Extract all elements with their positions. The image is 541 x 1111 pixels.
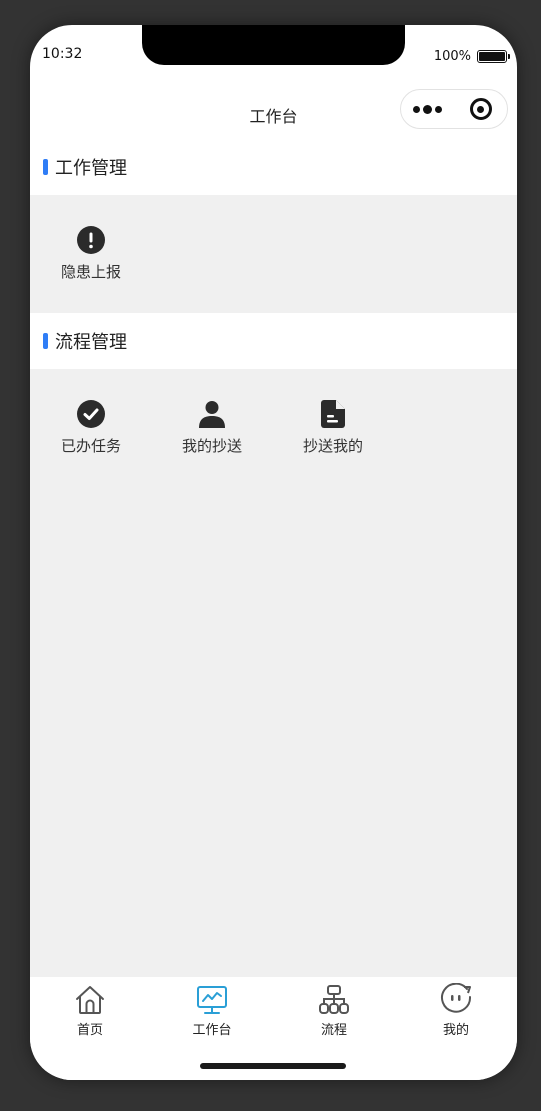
grid-item-label: 已办任务 [60, 437, 121, 455]
section-title: 工作管理 [55, 158, 127, 179]
phone-frame: 10:32 100% 工作台 工作管理 隐患上报 流程管理 已办任务 我的抄送 … [30, 25, 517, 1080]
tab-label: 流程 [320, 1023, 347, 1038]
more-button[interactable] [401, 104, 454, 114]
tab-label: 首页 [76, 1023, 103, 1038]
home-indicator [200, 1063, 346, 1069]
nav-bar: 工作台 [30, 89, 517, 137]
tab-process[interactable]: 流程 [294, 983, 374, 1038]
section-title: 流程管理 [55, 332, 127, 353]
grid-item-label: 抄送我的 [302, 437, 363, 455]
target-icon [469, 98, 492, 120]
battery-icon [477, 50, 510, 63]
notch [142, 25, 405, 65]
section-body-process: 已办任务 我的抄送 抄送我的 [30, 369, 517, 977]
grid-item-my-cc[interactable]: 我的抄送 [162, 399, 262, 456]
org-chart-icon [317, 983, 351, 1017]
status-battery: 100% [433, 49, 510, 64]
user-icon [197, 399, 227, 429]
grid-item-label: 隐患上报 [60, 263, 121, 281]
miniprogram-capsule [400, 89, 508, 129]
tab-mine[interactable]: 我的 [416, 982, 496, 1038]
section-header-work: 工作管理 [30, 139, 517, 195]
grid-item-label: 我的抄送 [181, 437, 242, 455]
section-accent-bar [43, 333, 48, 349]
monitor-chart-icon [195, 983, 229, 1017]
tab-workbench[interactable]: 工作台 [172, 983, 252, 1038]
face-icon [439, 982, 473, 1017]
close-miniprogram-button[interactable] [454, 98, 507, 120]
section-accent-bar [43, 159, 48, 175]
section-header-process: 流程管理 [30, 313, 517, 369]
check-circle-icon [76, 399, 106, 429]
file-icon [318, 399, 348, 429]
grid-item-hazard-report[interactable]: 隐患上报 [41, 225, 141, 282]
tab-bar: 首页 工作台 流程 我的 [30, 977, 517, 1080]
section-body-work: 隐患上报 [30, 195, 517, 313]
tab-label: 工作台 [192, 1023, 232, 1038]
status-time: 10:32 [42, 46, 83, 62]
home-icon [73, 983, 107, 1017]
exclamation-circle-icon [76, 225, 106, 255]
grid-item-cc-to-me[interactable]: 抄送我的 [283, 399, 383, 456]
tab-label: 我的 [442, 1023, 469, 1038]
grid-item-done-tasks[interactable]: 已办任务 [41, 399, 141, 456]
tab-home[interactable]: 首页 [50, 983, 130, 1038]
battery-percent: 100% [433, 49, 471, 64]
